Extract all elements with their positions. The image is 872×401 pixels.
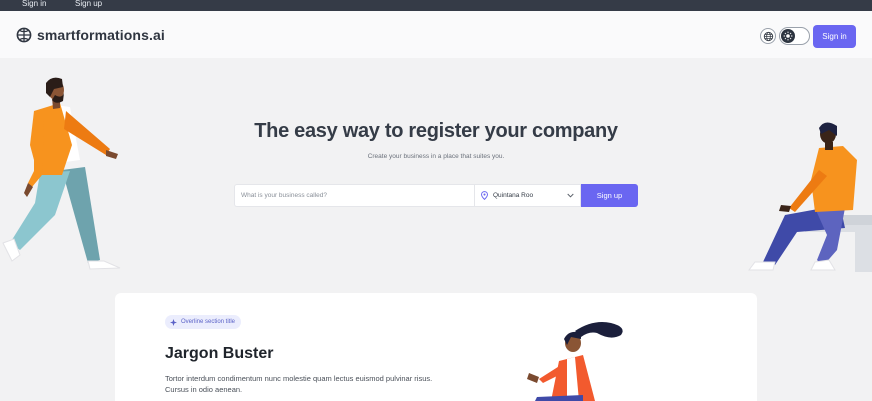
language-button[interactable] <box>760 28 776 44</box>
sun-icon <box>783 31 793 41</box>
jargon-buster-card: Overline section title Jargon Buster Tor… <box>115 293 757 401</box>
header: smartformations.ai Sign in <box>0 11 872 58</box>
business-search-bar: Quintana Roo Sign up <box>234 184 638 207</box>
logo[interactable]: smartformations.ai <box>16 27 165 43</box>
top-signup-link[interactable]: Sign up <box>75 0 102 8</box>
toggle-knob <box>781 29 795 43</box>
logo-icon <box>16 27 32 43</box>
hero-title: The easy way to register your company <box>254 120 618 142</box>
walking-person-illustration <box>2 77 121 270</box>
sparkle-icon <box>170 318 177 326</box>
overline-badge: Overline section title <box>165 315 242 329</box>
theme-toggle[interactable] <box>779 27 810 45</box>
top-signin-link[interactable]: Sign in <box>22 0 46 8</box>
logo-text: smartformations.ai <box>37 27 165 43</box>
section-body: Tortor interdum condimentum nunc molesti… <box>165 374 433 394</box>
hero-subtitle: Create your business in a place that sui… <box>367 153 505 160</box>
seated-person-illustration <box>748 122 872 272</box>
map-pin-icon <box>481 191 488 200</box>
overline-text: Overline section title <box>181 319 236 325</box>
business-name-input[interactable] <box>234 184 474 207</box>
woman-illustration <box>527 322 623 401</box>
top-strip: Sign in Sign up <box>0 0 872 11</box>
globe-icon <box>763 31 773 41</box>
chevron-down-icon <box>567 193 574 198</box>
location-select[interactable]: Quintana Roo <box>474 184 581 207</box>
header-signin-button[interactable]: Sign in <box>813 25 856 48</box>
location-value: Quintana Roo <box>493 192 534 199</box>
search-signup-button[interactable]: Sign up <box>581 184 638 207</box>
section-title: Jargon Buster <box>165 345 274 362</box>
